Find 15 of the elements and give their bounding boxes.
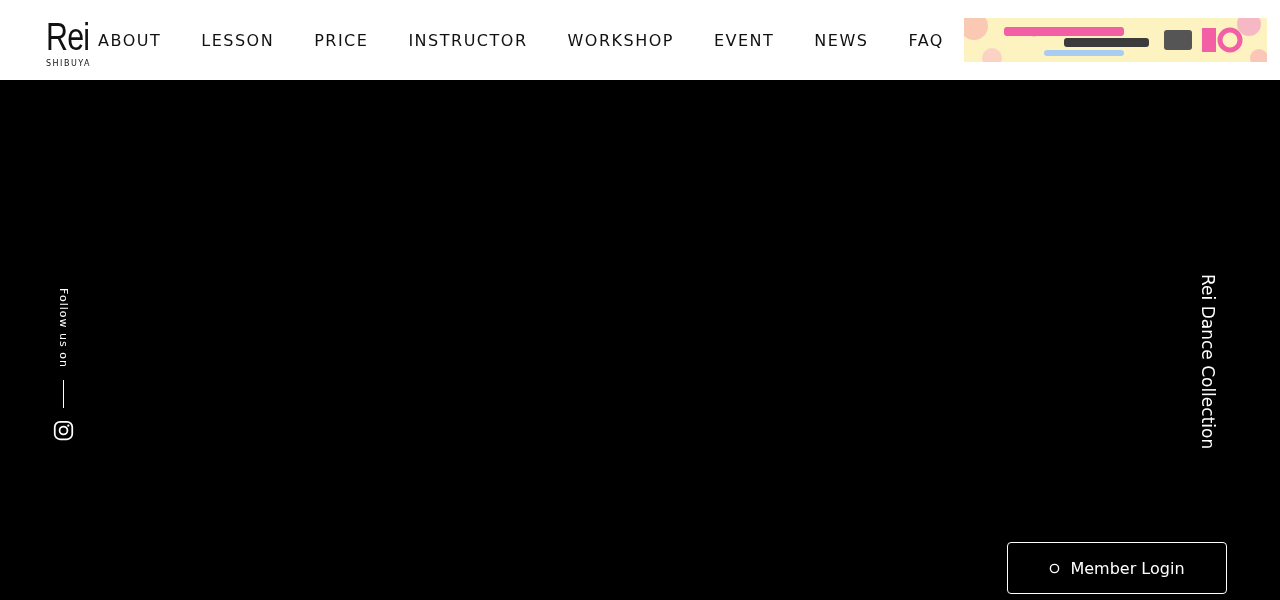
user-icon — [1049, 562, 1061, 574]
nav-link[interactable]: NEWS — [814, 30, 869, 50]
nav-link[interactable]: WORKSHOP — [567, 30, 674, 50]
logo[interactable]: Rei — [46, 16, 90, 57]
side-title: Rei Dance Collection — [1198, 274, 1218, 450]
member-login-button[interactable]: Member Login — [1007, 542, 1227, 594]
nav-link[interactable]: LESSON — [201, 30, 275, 50]
nav-link[interactable]: INSTRUCTOR — [408, 30, 528, 50]
nav-link[interactable]: FAQ — [908, 30, 944, 50]
follow-label: Follow us on — [56, 288, 70, 368]
nav-link[interactable]: ABOUT — [98, 30, 162, 50]
instagram-icon[interactable] — [52, 419, 74, 441]
nav-link[interactable]: PRICE — [314, 30, 369, 50]
nav-link[interactable]: EVENT — [713, 30, 775, 50]
logo-subtitle: SHIBUYA — [46, 58, 92, 68]
